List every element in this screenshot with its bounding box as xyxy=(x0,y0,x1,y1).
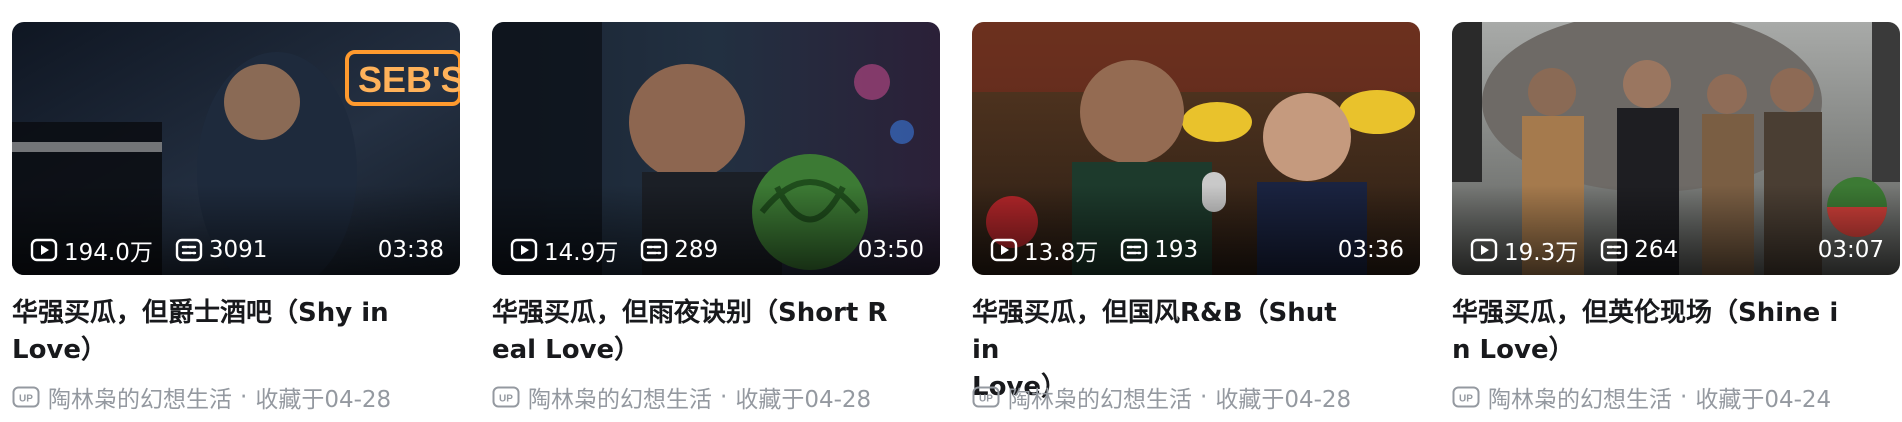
up-badge-icon: UP xyxy=(1452,386,1480,408)
neon-sign-text: SEB'S xyxy=(358,59,460,100)
danmaku-count: 289 xyxy=(640,237,718,263)
video-title-line: 华强买瓜，但国风R&B（Shut in xyxy=(972,298,1337,365)
meta-separator: · xyxy=(720,384,728,410)
up-badge-icon: UP xyxy=(12,386,40,408)
video-thumbnail[interactable]: SEB'S 194.0万 3091 03:38 xyxy=(12,22,460,275)
danmaku-count: 3091 xyxy=(175,237,268,263)
video-title-line: 华强买瓜，但爵士酒吧（Shy in xyxy=(12,298,389,328)
svg-text:UP: UP xyxy=(1459,394,1473,405)
danmaku-count-icon xyxy=(175,238,203,262)
video-title[interactable]: 华强买瓜，但英伦现场（Shine i n Love） xyxy=(1452,295,1852,369)
up-badge-icon: UP xyxy=(972,386,1000,408)
video-title-line: n Love） xyxy=(1452,335,1575,365)
danmaku-count: 264 xyxy=(1600,237,1678,263)
play-count-icon xyxy=(990,238,1018,262)
video-stats: 19.3万 264 03:07 xyxy=(1470,233,1884,267)
play-count: 13.8万 xyxy=(990,233,1098,267)
danmaku-count-value: 3091 xyxy=(208,237,268,263)
play-count-value: 13.8万 xyxy=(1024,240,1099,266)
video-title-line: Love） xyxy=(12,335,108,365)
play-count: 14.9万 xyxy=(510,233,618,267)
video-card: 19.3万 264 03:07 华强买瓜，但英伦现场（Shine i n Lov… xyxy=(1452,22,1900,414)
favorite-date: 收藏于04-28 xyxy=(735,387,872,413)
danmaku-count: 193 xyxy=(1120,237,1198,263)
video-duration: 03:07 xyxy=(1817,237,1884,263)
video-thumbnail[interactable]: 13.8万 193 03:36 xyxy=(972,22,1420,275)
favorite-date: 收藏于04-28 xyxy=(1215,387,1352,413)
svg-text:UP: UP xyxy=(499,394,513,405)
danmaku-count-value: 264 xyxy=(1634,237,1679,263)
video-card: 13.8万 193 03:36 华强买瓜，但国风R&B（Shut in Love… xyxy=(972,22,1420,414)
video-meta: UP 陶林枭的幻想生活 · 收藏于04-28 xyxy=(12,380,460,414)
video-title-line: 华强买瓜，但雨夜诀别（Short R xyxy=(492,298,888,328)
video-meta: UP 陶林枭的幻想生活 · 收藏于04-28 xyxy=(492,380,940,414)
danmaku-count-value: 289 xyxy=(674,237,719,263)
danmaku-count-value: 193 xyxy=(1154,237,1199,263)
play-count-icon xyxy=(510,238,538,262)
video-title[interactable]: 华强买瓜，但国风R&B（Shut in Love） xyxy=(972,295,1372,402)
video-stats: 14.9万 289 03:50 xyxy=(510,233,924,267)
danmaku-count-icon xyxy=(641,238,668,262)
play-count-value: 19.3万 xyxy=(1504,240,1579,266)
play-count: 19.3万 xyxy=(1470,233,1578,267)
video-title[interactable]: 华强买瓜，但爵士酒吧（Shy in Love） xyxy=(12,295,412,369)
favorites-video-grid: SEB'S 194.0万 3091 03:38 华强买瓜，但爵士酒吧（Shy i… xyxy=(0,0,1902,422)
video-card: 14.9万 289 03:50 华强买瓜，但雨夜诀别（Short R eal L… xyxy=(492,22,940,414)
meta-separator: · xyxy=(1200,384,1208,410)
video-meta: UP 陶林枭的幻想生活 · 收藏于04-28 xyxy=(972,380,1420,414)
video-duration: 03:38 xyxy=(377,237,444,263)
meta-separator: · xyxy=(240,384,248,410)
uploader-name[interactable]: 陶林枭的幻想生活 xyxy=(1488,380,1672,414)
play-count: 194.0万 xyxy=(30,233,153,267)
uploader-name[interactable]: 陶林枭的幻想生活 xyxy=(1008,380,1192,414)
video-stats: 194.0万 3091 03:38 xyxy=(30,233,444,267)
video-meta: UP 陶林枭的幻想生活 · 收藏于04-24 xyxy=(1452,380,1900,414)
favorite-date: 收藏于04-28 xyxy=(255,387,392,413)
play-count-icon xyxy=(1470,238,1498,262)
video-thumbnail[interactable]: 19.3万 264 03:07 xyxy=(1452,22,1900,275)
meta-separator: · xyxy=(1680,384,1688,410)
video-title-line: eal Love） xyxy=(492,335,641,365)
play-count-value: 194.0万 xyxy=(64,240,153,266)
uploader-name[interactable]: 陶林枭的幻想生活 xyxy=(528,380,712,414)
video-stats: 13.8万 193 03:36 xyxy=(990,233,1404,267)
danmaku-count-icon xyxy=(1121,238,1148,262)
favorite-date: 收藏于04-24 xyxy=(1695,387,1832,413)
danmaku-count-icon xyxy=(1601,238,1628,262)
video-title[interactable]: 华强买瓜，但雨夜诀别（Short R eal Love） xyxy=(492,295,892,369)
svg-text:UP: UP xyxy=(19,394,33,405)
video-duration: 03:50 xyxy=(857,237,924,263)
video-thumbnail[interactable]: 14.9万 289 03:50 xyxy=(492,22,940,275)
video-duration: 03:36 xyxy=(1337,237,1404,263)
play-count-value: 14.9万 xyxy=(544,240,619,266)
video-card: SEB'S 194.0万 3091 03:38 华强买瓜，但爵士酒吧（Shy i… xyxy=(12,22,460,414)
uploader-name[interactable]: 陶林枭的幻想生活 xyxy=(48,380,232,414)
play-count-icon xyxy=(30,238,58,262)
video-title-line: 华强买瓜，但英伦现场（Shine i xyxy=(1452,298,1839,328)
svg-text:UP: UP xyxy=(979,394,993,405)
up-badge-icon: UP xyxy=(492,386,520,408)
